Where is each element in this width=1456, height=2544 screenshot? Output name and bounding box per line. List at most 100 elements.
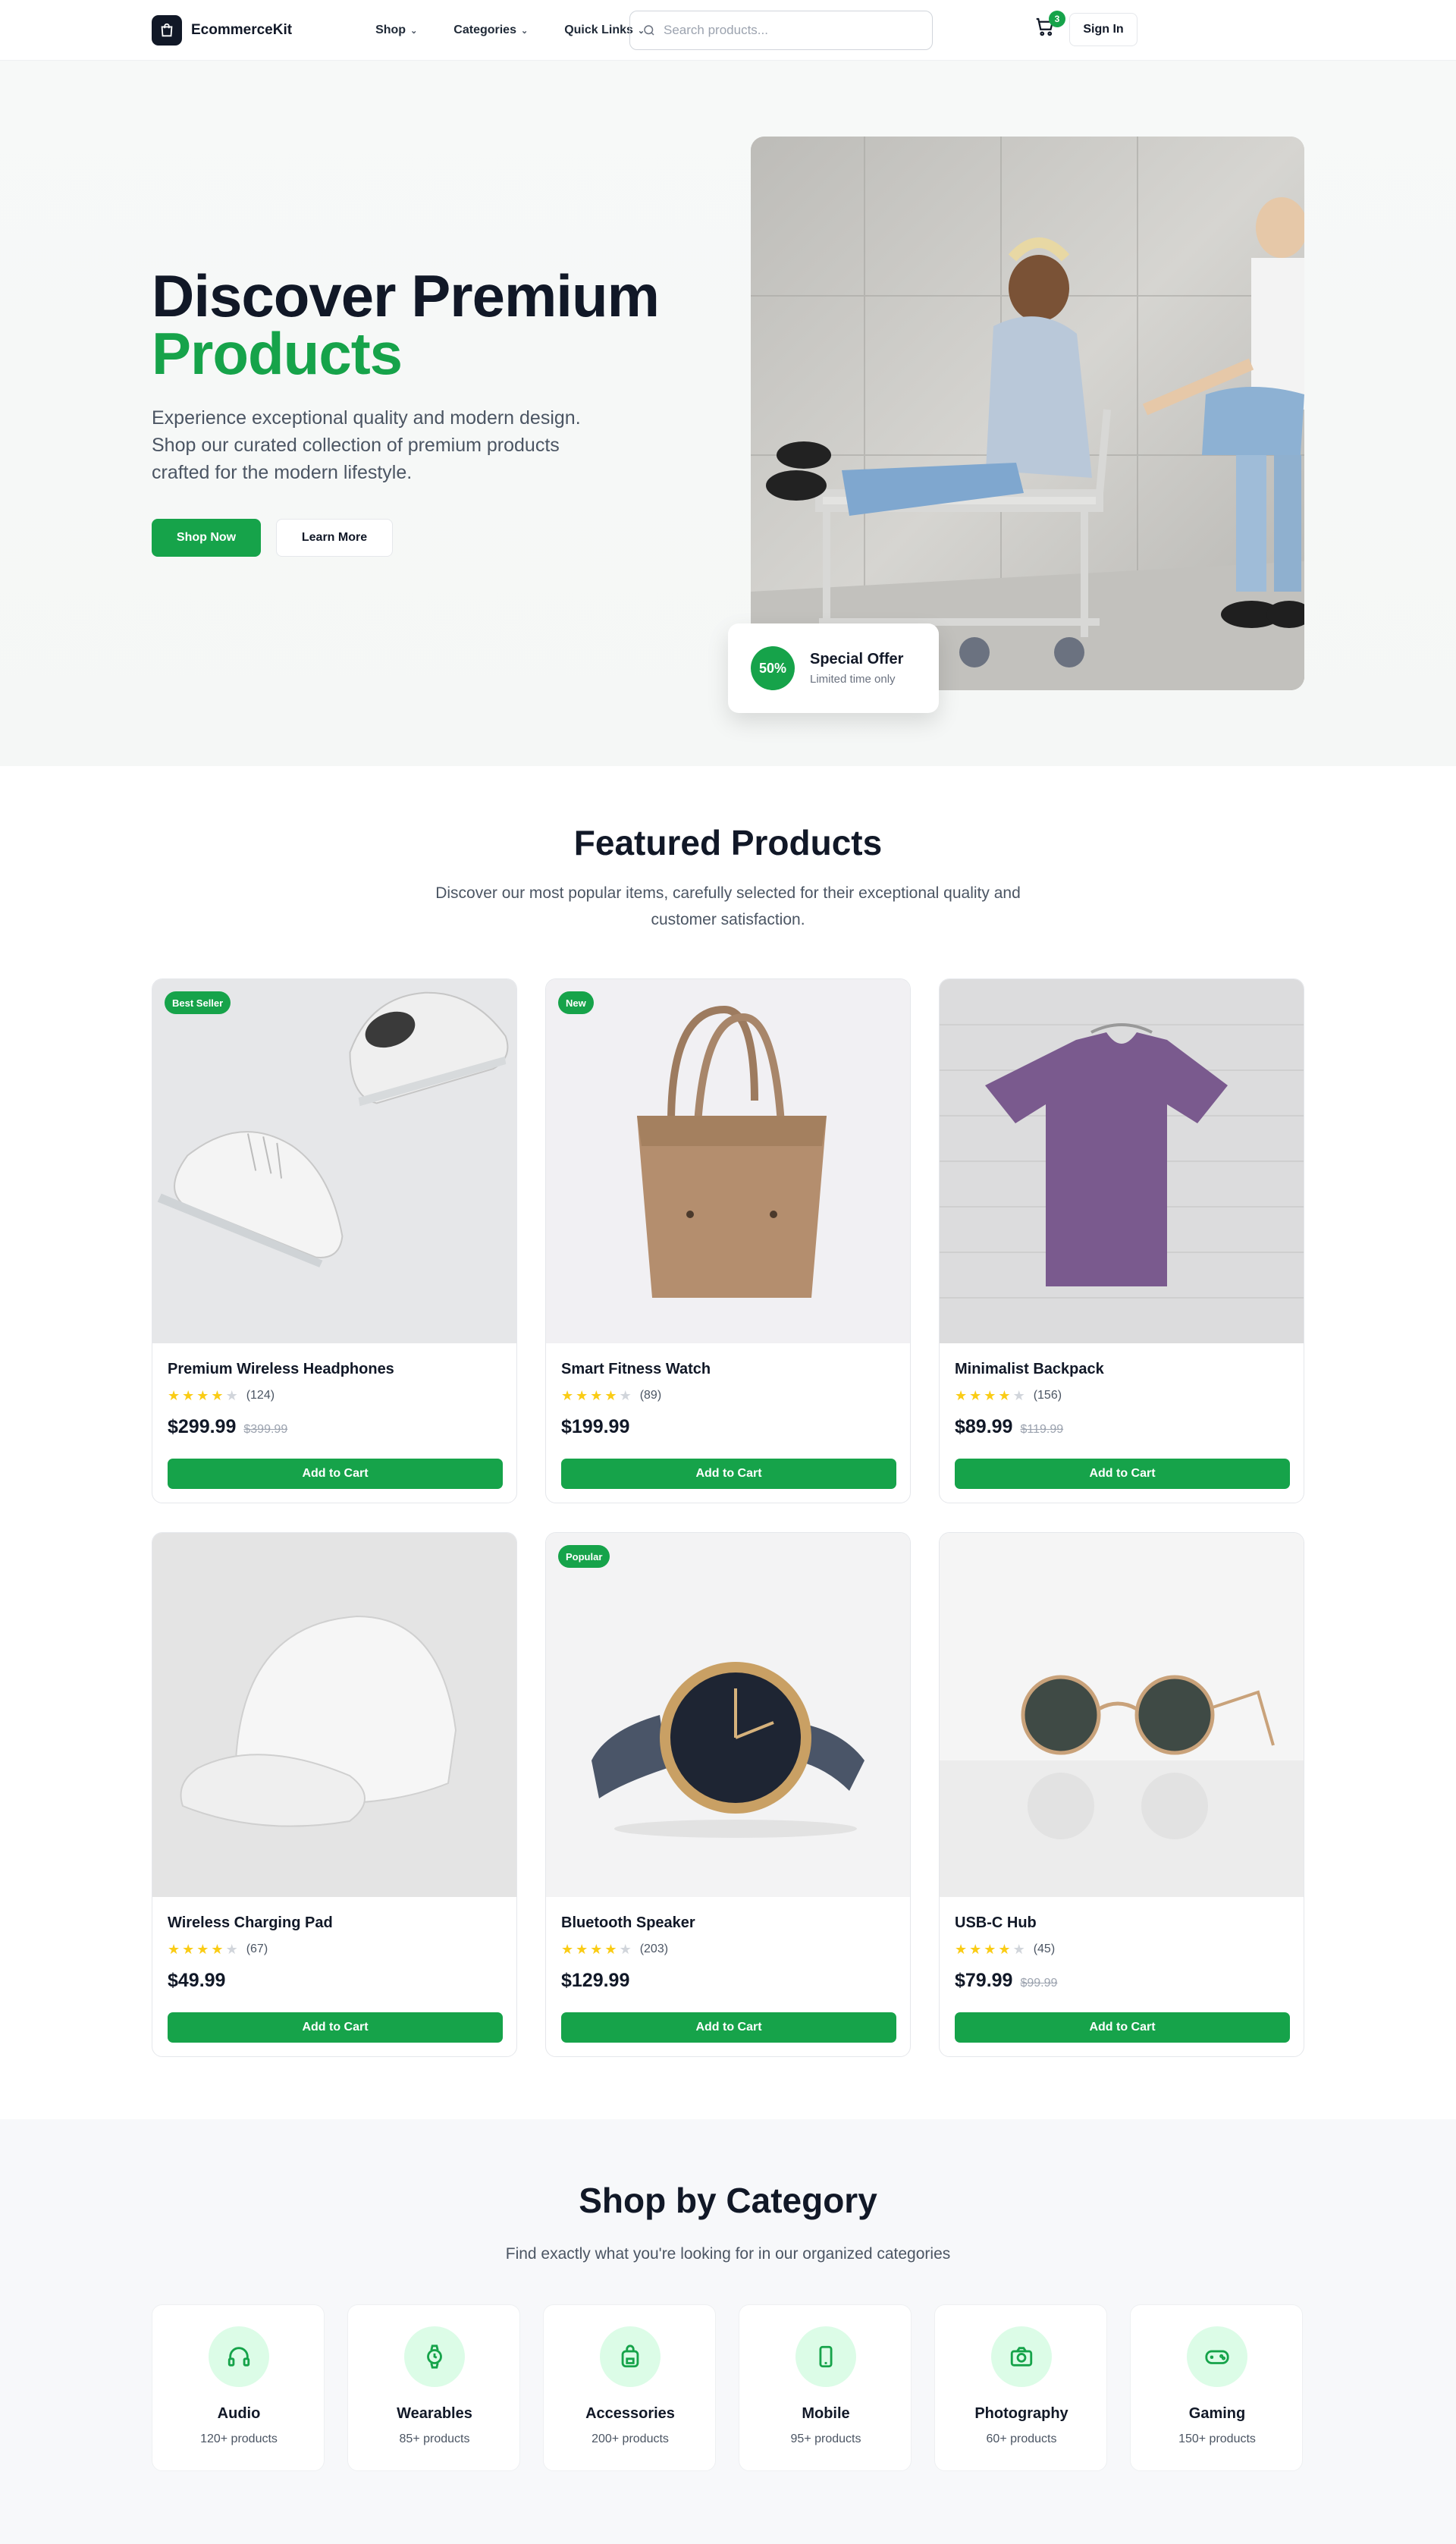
category-card-wearables[interactable]: Wearables 85+ products <box>347 2304 520 2471</box>
product-price: $299.99 <box>168 1416 237 1437</box>
product-card[interactable]: New Smart Fitness Watch ★ ★ ★ ★ ★ (89) $199.9… <box>545 978 911 1503</box>
add-to-cart-button[interactable]: Add to Cart <box>955 1459 1290 1489</box>
special-offer-card: 50% Special Offer Limited time only <box>728 623 939 713</box>
category-name: Wearables <box>397 2405 472 2422</box>
product-old-price: $119.99 <box>1020 1423 1064 1436</box>
product-image-watch[interactable] <box>546 1533 910 1897</box>
category-name: Audio <box>217 2405 261 2422</box>
category-name: Gaming <box>1188 2405 1246 2422</box>
product-price: $89.99 <box>955 1416 1013 1437</box>
camera-icon <box>991 2326 1052 2387</box>
product-price-row: $79.99 $99.99 <box>955 1970 1057 1992</box>
search-bar[interactable] <box>629 11 933 50</box>
shop-now-button[interactable]: Shop Now <box>152 519 261 557</box>
star-icon: ★ <box>211 1942 224 1957</box>
star-icon: ★ <box>225 1388 238 1403</box>
product-rating: ★ ★ ★ ★ ★ (124) <box>168 1389 275 1402</box>
star-icon: ★ <box>619 1388 632 1403</box>
category-count: 150+ products <box>1178 2433 1256 2445</box>
hero-image <box>751 137 1304 690</box>
star-icon: ★ <box>604 1942 617 1957</box>
category-count: 85+ products <box>399 2433 470 2445</box>
product-name[interactable]: Premium Wireless Headphones <box>168 1361 394 1378</box>
product-name[interactable]: Bluetooth Speaker <box>561 1914 695 1932</box>
product-card[interactable]: USB-C Hub ★ ★ ★ ★ ★ (45) $79.99 $99.99 Add to… <box>939 1532 1304 2057</box>
product-badge: New <box>558 991 594 1014</box>
star-icon: ★ <box>576 1942 588 1957</box>
nav-categories[interactable]: Categories ⌄ <box>453 24 528 37</box>
review-count: (45) <box>1033 1943 1056 1955</box>
cart-button[interactable]: 3 <box>1034 11 1065 42</box>
review-count: (89) <box>639 1389 662 1402</box>
product-price-row: $299.99 $399.99 <box>168 1416 287 1438</box>
search-icon <box>644 25 654 36</box>
search-input[interactable] <box>664 23 906 38</box>
product-card[interactable]: Best Seller Premium Wireless Headphones … <box>152 978 517 1503</box>
product-image-cap[interactable] <box>152 1533 516 1897</box>
add-to-cart-button[interactable]: Add to Cart <box>561 1459 896 1489</box>
product-card[interactable]: Popular Bluetooth Speaker ★ ★ ★ ★ ★ (203) $12… <box>545 1532 911 2057</box>
star-icon: ★ <box>182 1942 195 1957</box>
star-icon: ★ <box>590 1942 603 1957</box>
star-icon: ★ <box>955 1388 968 1403</box>
product-price-row: $199.99 <box>561 1416 629 1438</box>
star-icon: ★ <box>168 1942 180 1957</box>
star-icon: ★ <box>984 1942 996 1957</box>
category-count: 95+ products <box>790 2433 861 2445</box>
category-name: Accessories <box>585 2405 675 2422</box>
star-icon: ★ <box>619 1942 632 1957</box>
add-to-cart-button[interactable]: Add to Cart <box>168 2012 503 2043</box>
hero-title-accent: Products <box>152 320 403 387</box>
offer-subtitle: Limited time only <box>810 673 896 686</box>
category-title: Shop by Category <box>579 2181 877 2220</box>
product-price: $199.99 <box>561 1416 630 1437</box>
category-card-gaming[interactable]: Gaming 150+ products <box>1130 2304 1303 2471</box>
category-card-photography[interactable]: Photography 60+ products <box>934 2304 1107 2471</box>
star-icon: ★ <box>969 1388 982 1403</box>
category-card-audio[interactable]: Audio 120+ products <box>152 2304 325 2471</box>
category-subtitle: Find exactly what you're looking for in … <box>505 2245 951 2263</box>
product-price-row: $89.99 $119.99 <box>955 1416 1063 1438</box>
chevron-down-icon: ⌄ <box>410 26 418 36</box>
nav-shop[interactable]: Shop ⌄ <box>375 24 417 37</box>
product-image-handbag[interactable] <box>546 979 910 1343</box>
headphones-icon <box>209 2326 269 2387</box>
shopping-bag-logo-icon <box>152 15 182 46</box>
category-card-mobile[interactable]: Mobile 95+ products <box>739 2304 912 2471</box>
hero-section: Discover Premium Products Experience exc… <box>0 61 1456 766</box>
brand[interactable]: EcommerceKit <box>152 15 292 46</box>
product-card[interactable]: Wireless Charging Pad ★ ★ ★ ★ ★ (67) $49.99 A… <box>152 1532 517 2057</box>
category-card-accessories[interactable]: Accessories 200+ products <box>543 2304 716 2471</box>
product-rating: ★ ★ ★ ★ ★ (203) <box>561 1943 668 1956</box>
learn-more-button[interactable]: Learn More <box>276 519 393 557</box>
hero-subtitle: Experience exceptional quality and moder… <box>152 407 581 483</box>
star-icon: ★ <box>955 1942 968 1957</box>
product-name[interactable]: Wireless Charging Pad <box>168 1914 333 1932</box>
backpack-icon <box>600 2326 661 2387</box>
product-price: $79.99 <box>955 1970 1013 1991</box>
product-price: $49.99 <box>168 1970 226 1991</box>
review-count: (203) <box>639 1943 669 1955</box>
product-name[interactable]: Minimalist Backpack <box>955 1361 1104 1378</box>
add-to-cart-button[interactable]: Add to Cart <box>955 2012 1290 2043</box>
product-price-row: $49.99 <box>168 1970 225 1992</box>
product-rating: ★ ★ ★ ★ ★ (89) <box>561 1389 661 1402</box>
nav-shop-label: Shop <box>375 24 406 36</box>
review-count: (124) <box>246 1389 275 1402</box>
star-icon: ★ <box>576 1388 588 1403</box>
product-image-tshirt[interactable] <box>940 979 1304 1343</box>
product-card[interactable]: Minimalist Backpack ★ ★ ★ ★ ★ (156) $89.99 $1… <box>939 978 1304 1503</box>
review-count: (67) <box>246 1943 268 1955</box>
star-icon: ★ <box>196 1388 209 1403</box>
signin-button[interactable]: Sign In <box>1069 13 1138 46</box>
add-to-cart-button[interactable]: Add to Cart <box>561 2012 896 2043</box>
star-icon: ★ <box>561 1942 574 1957</box>
product-image-sneakers[interactable] <box>152 979 516 1343</box>
product-name[interactable]: Smart Fitness Watch <box>561 1361 711 1378</box>
star-icon: ★ <box>984 1388 996 1403</box>
add-to-cart-button[interactable]: Add to Cart <box>168 1459 503 1489</box>
product-image-sunglasses[interactable] <box>940 1533 1304 1897</box>
cart-count-badge: 3 <box>1049 11 1065 27</box>
product-name[interactable]: USB-C Hub <box>955 1914 1037 1932</box>
star-icon: ★ <box>196 1942 209 1957</box>
